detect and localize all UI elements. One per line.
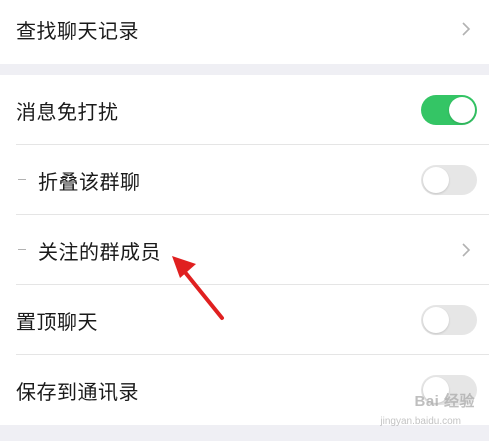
fold-group-chat-row[interactable]: 折叠该群聊 xyxy=(0,145,489,215)
toggle-knob xyxy=(423,167,449,193)
watermark-url: jingyan.baidu.com xyxy=(380,416,461,427)
search-group: 查找聊天记录 xyxy=(0,0,489,64)
watermark-brand: Bai 经验 xyxy=(414,393,475,410)
pin-chat-row[interactable]: 置顶聊天 xyxy=(0,285,489,355)
mute-notifications-toggle[interactable] xyxy=(421,95,477,125)
followed-members-label: 关注的群成员 xyxy=(38,239,161,264)
followed-members-row[interactable]: 关注的群成员 xyxy=(0,215,489,285)
toggle-knob xyxy=(423,307,449,333)
sub-item-dash xyxy=(18,179,26,180)
chat-settings-screen: 查找聊天记录 消息免打扰 折叠该群聊 关注的群成员 置顶聊天 保存到通讯录 Ba… xyxy=(0,0,489,435)
search-chat-history-row[interactable]: 查找聊天记录 xyxy=(0,0,489,64)
pin-chat-toggle[interactable] xyxy=(421,305,477,335)
options-group: 消息免打扰 折叠该群聊 关注的群成员 置顶聊天 保存到通讯录 xyxy=(0,75,489,425)
mute-notifications-label: 消息免打扰 xyxy=(16,99,119,124)
pin-chat-label: 置顶聊天 xyxy=(16,309,98,334)
toggle-knob xyxy=(449,97,475,123)
mute-notifications-row[interactable]: 消息免打扰 xyxy=(0,75,489,145)
chevron-right-icon xyxy=(462,22,471,36)
fold-group-chat-label: 折叠该群聊 xyxy=(38,169,141,194)
chevron-right-icon xyxy=(462,243,471,257)
sub-item-dash xyxy=(18,249,26,250)
save-to-contacts-label: 保存到通讯录 xyxy=(16,379,139,404)
fold-group-chat-toggle[interactable] xyxy=(421,165,477,195)
annotation-arrow-icon xyxy=(172,256,224,320)
section-gap xyxy=(0,64,489,75)
search-chat-history-label: 查找聊天记录 xyxy=(16,18,139,43)
